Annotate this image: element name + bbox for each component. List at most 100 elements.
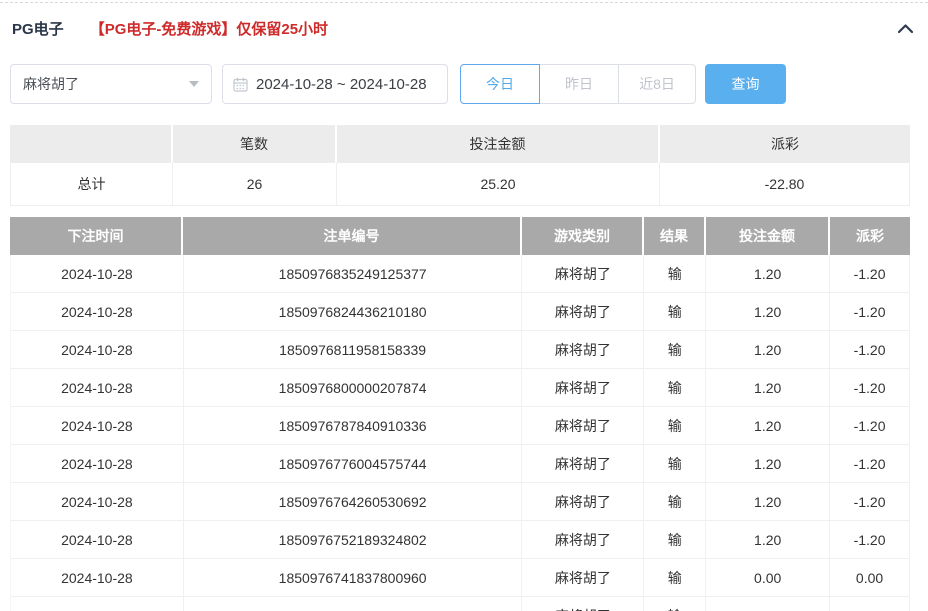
date-range-value: 2024-10-28 ~ 2024-10-28 [256,75,427,93]
cell-result: 输 [644,331,707,368]
table-row: 2024-10-28 1850976835249125377 麻将胡了 输 1.… [10,255,910,293]
table-row: 2024-10-28 1850976824436210180 麻将胡了 输 1.… [10,293,910,331]
summary-header-bet-amount: 投注金额 [337,125,660,163]
search-button[interactable]: 查询 [705,64,786,104]
cell-payout: -1.20 [830,255,910,292]
cell-bet-amount: 1.20 [706,483,831,520]
cell-result: 输 [644,407,707,444]
cell-bet-time: 2024-10-28 [11,521,184,558]
bet-records-header: 下注时间 注单编号 游戏类别 结果 投注金额 派彩 [10,217,910,255]
game-select-value: 麻将胡了 [23,76,79,92]
panel-title: PG电子 [12,20,64,38]
cell-payout: -1.20 [830,331,910,368]
caret-down-icon [189,81,199,87]
cell-bet-time: 2024-10-28 [11,331,184,368]
cell-payout: 0.00 [830,559,910,596]
header-bet-amount: 投注金额 [706,217,830,255]
bet-records-table: 下注时间 注单编号 游戏类别 结果 投注金额 派彩 2024-10-28 185… [10,217,910,611]
cell-bet-amount: 1.20 [706,445,831,482]
filter-bar: 麻将胡了 2024-10-28 ~ 2024-10-28 今日 昨日 近8日 查… [10,64,918,104]
cell-bet-amount: 1.20 [706,407,831,444]
cell-bet-time: 2024-10-28 [11,293,184,330]
yesterday-button[interactable]: 昨日 [539,64,619,104]
cell-game-type: 麻将胡了 [522,369,645,406]
cell-bet-time: 2024-10-28 [11,255,184,292]
cell-payout: -1.20 [830,293,910,330]
date-range-input[interactable]: 2024-10-28 ~ 2024-10-28 [222,64,448,104]
cell-order-number: 1850976811958158339 [183,331,523,368]
cell-order-number: 1850976752189324802 [183,521,523,558]
cell-order-number [183,597,523,611]
cell-result: 输 [644,255,707,292]
cell-bet-amount: 1.20 [706,369,831,406]
cell-result: 输 [644,559,707,596]
cell-result: 输 [644,597,707,611]
cell-order-number: 1850976800000207874 [183,369,523,406]
cell-bet-amount: 1.20 [706,521,831,558]
cell-result: 输 [644,293,707,330]
cell-payout: -1.20 [830,407,910,444]
header-payout: 派彩 [830,217,910,255]
cell-bet-amount: 1.20 [706,255,831,292]
cell-bet-time: 2024-10-28 [11,407,184,444]
cell-bet-time: 2024-10-28 [11,559,184,596]
cell-order-number: 1850976764260530692 [183,483,523,520]
cell-game-type: 麻将胡了 [522,559,645,596]
cell-payout: -1.20 [830,445,910,482]
cell-bet-amount: 1.20 [706,293,831,330]
table-row: 2024-10-28 1850976776004575744 麻将胡了 输 1.… [10,445,910,483]
cell-bet-time: 2024-10-28 [11,483,184,520]
top-dashed-divider [0,2,928,3]
cell-game-type: 麻将胡了 [522,407,645,444]
cell-order-number: 1850976776004575744 [183,445,523,482]
cell-order-number: 1850976835249125377 [183,255,523,292]
summary-table-header: 笔数 投注金额 派彩 [10,125,910,163]
cell-game-type: 麻将胡了 [522,445,645,482]
header-result: 结果 [644,217,706,255]
header-bet-time: 下注时间 [10,217,183,255]
table-row: 麻将胡了 输 [10,597,910,611]
cell-game-type: 麻将胡了 [522,331,645,368]
table-row: 2024-10-28 1850976787840910336 麻将胡了 输 1.… [10,407,910,445]
cell-bet-time: 2024-10-28 [11,445,184,482]
table-row: 2024-10-28 1850976764260530692 麻将胡了 输 1.… [10,483,910,521]
table-row: 2024-10-28 1850976811958158339 麻将胡了 输 1.… [10,331,910,369]
cell-bet-amount [706,597,831,611]
cell-game-type: 麻将胡了 [522,255,645,292]
cell-result: 输 [644,483,707,520]
summary-header-blank [10,125,173,163]
collapse-panel-button[interactable] [897,23,914,34]
today-button[interactable]: 今日 [460,64,540,104]
calendar-icon [233,77,248,92]
table-row: 2024-10-28 1850976752189324802 麻将胡了 输 1.… [10,521,910,559]
summary-total-payout: -22.80 [660,163,910,205]
panel-header: PG电子 【PG电子-免费游戏】仅保留25小时 [0,13,928,43]
chevron-up-icon [897,23,914,34]
cell-order-number: 1850976824436210180 [183,293,523,330]
cell-payout [830,597,910,611]
cell-game-type: 麻将胡了 [522,521,645,558]
cell-payout: -1.20 [830,369,910,406]
quick-date-button-group: 今日 昨日 近8日 [460,64,696,104]
table-row: 2024-10-28 1850976741837800960 麻将胡了 输 0.… [10,559,910,597]
summary-total-bet-amount: 25.20 [337,163,660,205]
game-select[interactable]: 麻将胡了 [10,64,212,104]
summary-header-count: 笔数 [173,125,337,163]
cell-payout: -1.20 [830,521,910,558]
cell-result: 输 [644,369,707,406]
header-order-number: 注单编号 [183,217,522,255]
panel-notice: 【PG电子-免费游戏】仅保留25小时 [89,20,329,38]
bet-records-body: 2024-10-28 1850976835249125377 麻将胡了 输 1.… [10,255,910,611]
cell-result: 输 [644,445,707,482]
summary-total-count: 26 [173,163,337,205]
cell-bet-time [11,597,184,611]
cell-bet-amount: 1.20 [706,331,831,368]
cell-game-type: 麻将胡了 [522,293,645,330]
summary-header-payout: 派彩 [660,125,910,163]
cell-game-type: 麻将胡了 [522,483,645,520]
summary-total-label: 总计 [10,163,173,205]
cell-payout: -1.20 [830,483,910,520]
cell-bet-amount: 0.00 [706,559,831,596]
last-8-days-button[interactable]: 近8日 [618,64,696,104]
header-game-type: 游戏类别 [522,217,644,255]
